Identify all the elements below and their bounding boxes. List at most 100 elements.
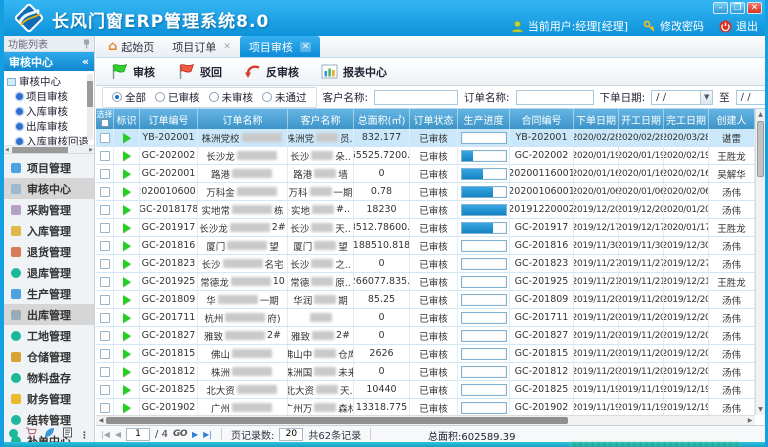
page-number-input[interactable] <box>126 428 150 441</box>
horizontal-scrollbar[interactable]: ◀ ▶ <box>96 415 755 425</box>
cart-icon[interactable] <box>25 423 37 442</box>
column-header[interactable]: 生产进度 <box>458 109 510 129</box>
sidebar-item[interactable]: 入库管理 <box>4 220 94 241</box>
reject-button[interactable]: 驳回 <box>172 61 227 82</box>
tree-root[interactable]: 审核中心 <box>7 74 85 89</box>
column-header[interactable]: 订单状态 <box>410 109 458 129</box>
audit-button[interactable]: 审核 <box>105 61 160 82</box>
row-checkbox[interactable] <box>100 223 110 233</box>
pin-icon[interactable] <box>83 39 90 49</box>
tree-item[interactable]: 出库审核 <box>7 119 85 134</box>
close-tab-icon[interactable]: ✕ <box>300 42 312 52</box>
hscroll-thumb[interactable] <box>106 417 568 424</box>
column-header[interactable]: 订单编号 <box>140 109 198 129</box>
table-row[interactable]: GC-202002长沙龙长沙朵..65525.7200..已审核GC-20200… <box>96 147 755 165</box>
sidebar-item[interactable]: 审核中心 <box>4 178 94 199</box>
column-header[interactable]: 标识 <box>114 109 140 129</box>
sidebar-item[interactable]: 财务管理 <box>4 388 94 409</box>
column-header[interactable]: 开工日期 <box>619 109 664 129</box>
select-all-checkbox[interactable] <box>101 119 109 127</box>
order-name-input[interactable] <box>516 90 594 105</box>
order-date-from-input[interactable]: / /▼ <box>651 90 713 105</box>
row-checkbox[interactable] <box>100 349 110 359</box>
scroll-down-icon[interactable]: ▼ <box>756 404 765 415</box>
row-checkbox[interactable] <box>100 403 110 413</box>
row-checkbox[interactable] <box>100 367 110 377</box>
tree-vertical-scrollbar[interactable] <box>87 74 93 140</box>
maximize-button[interactable]: ❐ <box>730 2 745 14</box>
row-checkbox[interactable] <box>100 385 110 395</box>
tree-item[interactable]: 入库审核回退 <box>7 134 85 145</box>
row-checkbox[interactable] <box>100 169 110 179</box>
sidebar-item[interactable]: 退货管理 <box>4 241 94 262</box>
tab-project-orders[interactable]: 项目订单 ✕ <box>163 36 240 57</box>
table-row[interactable]: GC-201823长沙名宅长沙之..0已审核GC-2018232019/11/2… <box>96 255 755 273</box>
more-icon[interactable]: ⋮ <box>80 423 89 442</box>
row-checkbox[interactable] <box>100 259 110 269</box>
scroll-left-icon[interactable]: ◀ <box>5 146 9 154</box>
sidebar-item[interactable]: 生产管理 <box>4 283 94 304</box>
column-header[interactable]: 完工日期 <box>664 109 709 129</box>
logout-button[interactable]: 退出 <box>719 18 758 34</box>
tab-home[interactable]: ⌂ 起始页 <box>99 36 163 57</box>
book-icon[interactable] <box>62 423 73 442</box>
calendar-dropdown-icon[interactable]: ▼ <box>700 91 712 104</box>
table-row[interactable]: 20200106001万科金万科一期0.78已审核202001060012020… <box>96 183 755 201</box>
tree-item[interactable]: 入库审核 <box>7 104 85 119</box>
column-header[interactable]: 合同编号 <box>510 109 574 129</box>
sidebar-item[interactable]: 采购管理 <box>4 199 94 220</box>
radio-all[interactable]: 全部 <box>112 90 146 105</box>
sidebar-item[interactable]: 仓储管理 <box>4 346 94 367</box>
table-row[interactable]: GC-2018178实地常栋实地#..18230已审核2019122000220… <box>96 201 755 219</box>
row-checkbox[interactable] <box>100 205 110 215</box>
row-checkbox[interactable] <box>100 241 110 251</box>
radio-audited[interactable]: 已审核 <box>155 90 200 105</box>
table-row[interactable]: GC-201816厦门望厦门望188510.818已审核GC-201816201… <box>96 237 755 255</box>
column-header[interactable]: 选择 <box>96 109 114 129</box>
row-checkbox[interactable] <box>100 133 110 143</box>
scroll-up-icon[interactable]: ▲ <box>756 109 765 120</box>
sidebar-section-header[interactable]: 审核中心 « <box>4 52 94 71</box>
collapse-icon[interactable]: « <box>82 55 89 68</box>
tree-vscroll-thumb[interactable] <box>87 81 93 107</box>
change-password-button[interactable]: 修改密码 <box>643 18 704 34</box>
table-row[interactable]: GC-201815佛山佛山中仓库2626已审核GC-2018152019/11/… <box>96 345 755 363</box>
row-checkbox[interactable] <box>100 151 110 161</box>
tab-project-audit[interactable]: 项目审核 ✕ <box>240 36 321 57</box>
table-row[interactable]: GC-202001路港路港墙0已审核202001160012020/01/162… <box>96 165 755 183</box>
table-row[interactable]: GC-201812株洲株洲国未来0已审核GC-2018122019/11/202… <box>96 363 755 381</box>
tree-item[interactable]: 项目审核 <box>7 89 85 104</box>
scroll-right-icon[interactable]: ▶ <box>89 146 93 154</box>
column-header[interactable]: 下单日期 <box>574 109 619 129</box>
row-checkbox[interactable] <box>100 277 110 287</box>
table-row[interactable]: GC-201711杭州府)0已审核GC-2017112019/11/202019… <box>96 309 755 327</box>
first-page-button[interactable]: |◀ <box>101 430 110 439</box>
table-row[interactable]: GC-201925常德龙10常德原..266077.835..已审核GC-201… <box>96 273 755 291</box>
dot-icon[interactable] <box>9 423 18 442</box>
sidebar-item[interactable]: 出库管理 <box>4 304 94 325</box>
last-page-button[interactable]: ▶| <box>203 430 212 439</box>
prev-page-button[interactable]: ◀ <box>115 430 121 439</box>
table-row[interactable]: GC-201827雅致2#雅致2#0已审核GC-2018272019/11/20… <box>96 327 755 345</box>
sidebar-item[interactable]: 工地管理 <box>4 325 94 346</box>
tree-hscroll-thumb[interactable] <box>12 147 68 153</box>
table-row[interactable]: GC-201825北大资北大资天..10440已审核GC-2018252019/… <box>96 381 755 399</box>
row-checkbox[interactable] <box>100 331 110 341</box>
radio-unaudited[interactable]: 未审核 <box>209 90 254 105</box>
column-header[interactable]: 总面积(㎡) <box>354 109 410 129</box>
sidebar-item[interactable]: 退库管理 <box>4 262 94 283</box>
column-header[interactable]: 订单名称 <box>198 109 288 129</box>
customer-name-input[interactable] <box>374 90 458 105</box>
close-button[interactable]: ✕ <box>747 2 762 14</box>
order-date-to-input[interactable]: / /▼ <box>736 90 765 105</box>
column-header[interactable]: 创建人 <box>709 109 755 129</box>
row-checkbox[interactable] <box>100 295 110 305</box>
sidebar-item[interactable]: 项目管理 <box>4 157 94 178</box>
unaudit-button[interactable]: 反审核 <box>239 62 304 82</box>
table-row[interactable]: YB-202001株洲党校株洲党员..832.177已审核YB-20200120… <box>96 129 755 147</box>
row-checkbox[interactable] <box>100 187 110 197</box>
close-tab-icon[interactable]: ✕ <box>223 42 231 52</box>
minimize-button[interactable]: – <box>713 2 728 14</box>
page-size-input[interactable] <box>279 428 303 441</box>
vertical-scrollbar[interactable]: ▲ ▼ <box>755 109 765 415</box>
